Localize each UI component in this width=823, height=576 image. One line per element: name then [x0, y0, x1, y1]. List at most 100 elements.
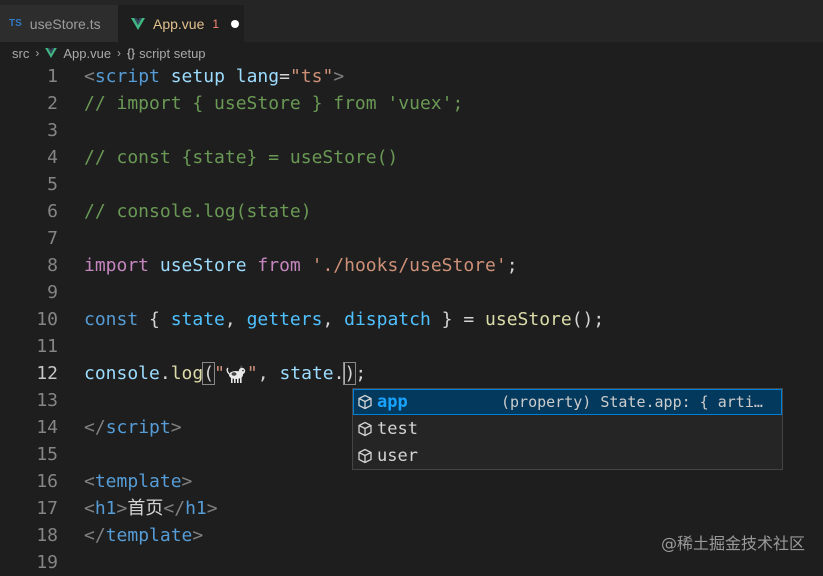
- code-line[interactable]: 12 console.log(" ", state.);: [0, 360, 823, 387]
- line-code: </template>: [84, 522, 203, 549]
- line-number: 15: [36, 444, 58, 465]
- suggest-label: app: [377, 392, 408, 412]
- line-number: 14: [36, 417, 58, 438]
- code-token: "ts": [289, 66, 334, 87]
- line-number: 16: [36, 471, 58, 492]
- line-code: <template>: [84, 468, 192, 495]
- property-cube-icon: [358, 421, 372, 437]
- code-token: import: [84, 255, 150, 276]
- line-number: 7: [47, 228, 58, 249]
- chevron-right-icon: ›: [117, 46, 122, 60]
- line-number: 2: [47, 93, 58, 114]
- breadcrumb-symbol[interactable]: {} script setup: [127, 46, 206, 61]
- watermark: @稀土掘金技术社区: [660, 534, 805, 553]
- breadcrumb: src › App.vue › {} script setup: [0, 42, 823, 64]
- code-token: ": [214, 363, 225, 384]
- code-line[interactable]: 17 <h1>首页</h1>: [0, 495, 823, 522]
- code-line[interactable]: 9: [0, 279, 823, 306]
- code-token: './hooks/useStore': [311, 255, 507, 276]
- code-token: <: [84, 498, 95, 519]
- code-token: console: [84, 363, 160, 384]
- code-token: script: [94, 66, 160, 87]
- breadcrumb-file[interactable]: App.vue: [45, 46, 111, 61]
- suggest-detail: (property) State.app: { arti…: [501, 393, 763, 411]
- editor-tab-bar: TS useStore.ts App.vue 1: [0, 0, 823, 42]
- code-token: // import { useStore } from 'vuex';: [84, 93, 464, 114]
- line-code: console.log(" ", state.);: [84, 360, 366, 387]
- code-token: template: [94, 471, 182, 492]
- code-token: state: [170, 309, 225, 330]
- code-token: // console.log(state): [84, 201, 312, 222]
- suggest-item-user[interactable]: user: [353, 443, 782, 469]
- bracket-match: (: [202, 362, 216, 385]
- code-line[interactable]: 11: [0, 333, 823, 360]
- problem-count-badge: 1: [212, 16, 220, 31]
- property-cube-icon: [358, 448, 372, 464]
- code-token: =: [279, 66, 290, 87]
- code-line[interactable]: 6 // console.log(state): [0, 198, 823, 225]
- code-line[interactable]: 8 import useStore from './hooks/useStore'…: [0, 252, 823, 279]
- code-token: ;: [355, 363, 367, 384]
- suggest-label-text: app: [377, 392, 408, 412]
- chevron-right-icon: ›: [35, 46, 40, 60]
- line-number: 8: [47, 255, 58, 276]
- code-token: log: [170, 363, 204, 384]
- code-token: {: [138, 309, 171, 330]
- code-line[interactable]: 10 const { state, getters, dispatch } = u…: [0, 306, 823, 333]
- tab-app-vue[interactable]: App.vue 1: [118, 5, 244, 42]
- suggest-label: user: [377, 446, 418, 466]
- code-line[interactable]: 1 <script setup lang="ts">: [0, 63, 823, 90]
- code-line[interactable]: 16 <template>: [0, 468, 823, 495]
- tab-label: useStore.ts: [29, 15, 101, 32]
- vue-icon: [45, 48, 58, 58]
- line-number: 12: [36, 363, 58, 384]
- line-number: 13: [36, 390, 58, 411]
- breadcrumb-folder[interactable]: src: [12, 46, 29, 61]
- code-line[interactable]: 3: [0, 117, 823, 144]
- line-number: 9: [47, 282, 58, 303]
- code-token: ;: [506, 255, 518, 276]
- line-number: 6: [47, 201, 58, 222]
- suggest-label: test: [377, 419, 418, 439]
- tab-label: App.vue: [153, 15, 205, 32]
- tab-usestore-ts[interactable]: TS useStore.ts: [0, 5, 118, 42]
- breadcrumb-symbol-label: script setup: [139, 45, 206, 61]
- code-line[interactable]: 2 // import { useStore } from 'vuex';: [0, 90, 823, 117]
- breadcrumb-file-label: App.vue: [63, 45, 112, 61]
- code-token: useStore: [159, 255, 247, 276]
- line-code: const { state, getters, dispatch } = use…: [84, 306, 604, 333]
- line-code: // console.log(state): [84, 198, 312, 225]
- line-number: 17: [36, 498, 58, 519]
- code-token: template: [105, 525, 193, 546]
- line-number: 10: [36, 309, 58, 330]
- code-line[interactable]: 5: [0, 171, 823, 198]
- unsaved-dot-icon[interactable]: [231, 19, 240, 28]
- suggest-item-app[interactable]: app (property) State.app: { arti…: [353, 389, 782, 415]
- code-token: ,: [322, 309, 345, 330]
- code-token: } =: [430, 309, 486, 330]
- line-number: 3: [47, 120, 58, 141]
- suggest-widget: app (property) State.app: { arti… test user: [352, 388, 783, 470]
- code-line[interactable]: 7: [0, 225, 823, 252]
- vue-icon: [131, 17, 145, 30]
- code-token: dispatch: [344, 309, 431, 330]
- suggest-item-test[interactable]: test: [353, 416, 782, 442]
- line-number: 5: [47, 174, 58, 195]
- code-token: h1: [94, 498, 117, 519]
- line-code: <script setup lang="ts">: [84, 63, 344, 90]
- suggest-label-text: user: [377, 446, 418, 466]
- code-token: lang: [235, 66, 280, 87]
- code-token: setup: [170, 66, 225, 87]
- typescript-icon: TS: [9, 18, 22, 29]
- line-code: <h1>首页</h1>: [84, 495, 218, 522]
- code-token: </: [163, 498, 186, 519]
- code-editor[interactable]: 1 <script setup lang="ts"> 2 // import { us…: [0, 63, 823, 573]
- code-token: .: [159, 363, 171, 384]
- code-token: ,: [224, 309, 247, 330]
- code-line[interactable]: 4 // const {state} = useStore(): [0, 144, 823, 171]
- code-token: h1: [185, 498, 207, 519]
